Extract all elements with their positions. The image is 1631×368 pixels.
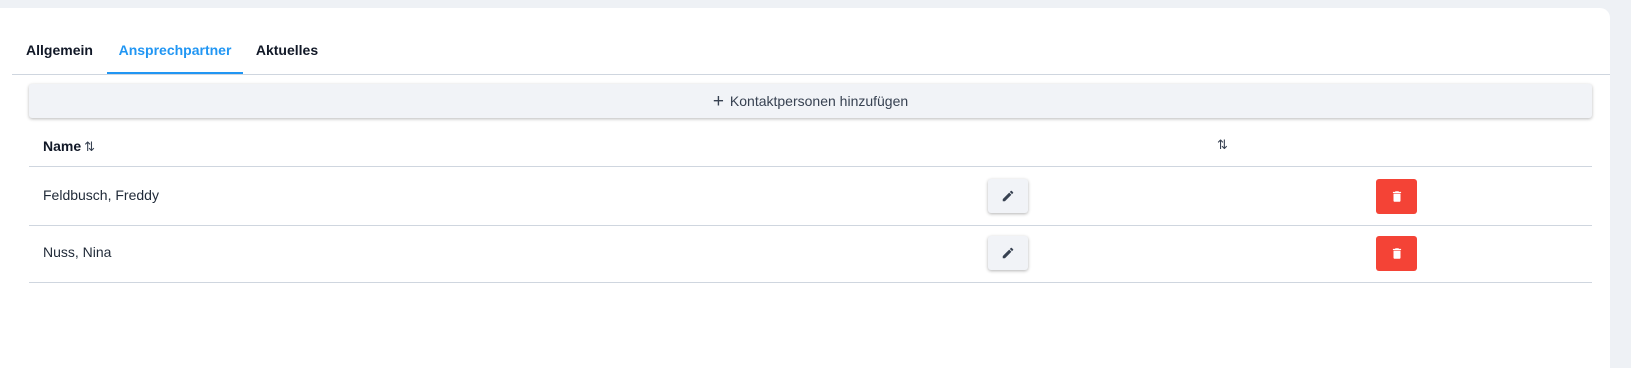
- delete-button[interactable]: [1376, 179, 1417, 214]
- sort-icon[interactable]: ⇅: [84, 139, 95, 155]
- table-row: Feldbusch, Freddy: [29, 167, 1592, 226]
- table-header: Name ⇅ ⇅: [29, 124, 1592, 167]
- edit-button[interactable]: [988, 236, 1028, 270]
- trash-icon: [1392, 191, 1401, 202]
- tab-ansprechpartner[interactable]: Ansprechpartner: [107, 28, 243, 74]
- edit-button[interactable]: [988, 179, 1028, 213]
- column-header-name[interactable]: Name ⇅: [43, 138, 95, 155]
- delete-button[interactable]: [1376, 236, 1417, 271]
- add-contact-button-label: Kontaktpersonen hinzufügen: [729, 93, 909, 109]
- tab-bar: Allgemein Ansprechpartner Aktuelles: [12, 28, 1610, 75]
- column-header-name-label: Name: [43, 138, 82, 154]
- column-header-actions[interactable]: ⇅: [1214, 136, 1228, 154]
- pencil-icon: [1002, 190, 1014, 202]
- tab-allgemein[interactable]: Allgemein: [12, 28, 107, 74]
- table-row: Nuss, Nina: [29, 224, 1592, 283]
- contact-name: Feldbusch, Freddy: [43, 187, 159, 203]
- add-contact-button[interactable]: + Kontaktpersonen hinzufügen: [29, 84, 1592, 118]
- contact-name: Nuss, Nina: [43, 244, 112, 260]
- pencil-icon: [1002, 247, 1014, 259]
- plus-icon: +: [712, 90, 724, 112]
- tab-aktuelles[interactable]: Aktuelles: [243, 28, 331, 74]
- sort-icon[interactable]: ⇅: [1217, 137, 1228, 153]
- trash-icon: [1392, 248, 1401, 259]
